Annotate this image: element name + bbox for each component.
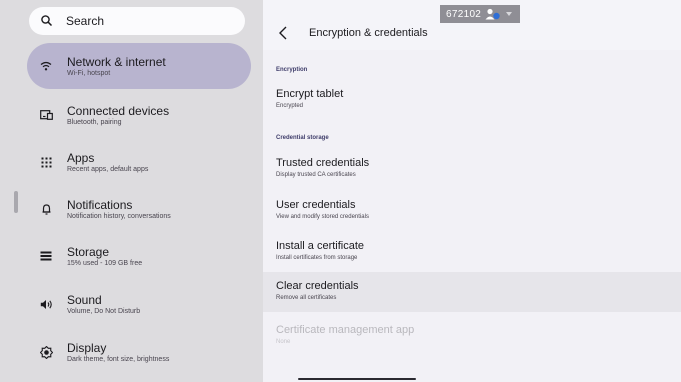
devices-icon <box>39 108 53 122</box>
storage-icon <box>39 249 53 263</box>
row-certificate-management-app: Certificate management app None <box>263 316 681 356</box>
gesture-nav-bar[interactable] <box>298 378 416 380</box>
row-subtitle: Remove all certificates <box>276 295 337 301</box>
sidebar-item-title: Connected devices <box>67 104 170 118</box>
bell-icon <box>39 202 53 216</box>
row-title: Clear credentials <box>276 280 359 292</box>
sidebar-item-title: Network & internet <box>67 55 166 69</box>
sidebar-item-connected-devices[interactable]: Connected devices Bluetooth, pairing <box>27 92 251 138</box>
row-title: Certificate management app <box>276 324 415 336</box>
back-arrow-icon[interactable] <box>277 25 291 41</box>
row-user-credentials[interactable]: User credentials View and modify stored … <box>263 191 681 231</box>
badge-id: 672102 <box>446 8 482 20</box>
apps-grid-icon <box>39 155 53 169</box>
sidebar-item-title: Sound <box>67 293 102 307</box>
row-title: Trusted credentials <box>276 157 370 169</box>
sidebar-item-network[interactable]: Network & internet Wi-Fi, hotspot <box>27 43 251 89</box>
row-clear-credentials[interactable]: Clear credentials Remove all certificate… <box>263 272 681 312</box>
sidebar-item-subtitle: Bluetooth, pairing <box>67 119 122 126</box>
row-subtitle: Encrypted <box>276 103 304 109</box>
sidebar-item-subtitle: Wi-Fi, hotspot <box>67 70 111 77</box>
row-install-certificate[interactable]: Install a certificate Install certificat… <box>263 232 681 272</box>
volume-icon <box>39 297 53 311</box>
row-subtitle: Display trusted CA certificates <box>276 172 356 178</box>
sidebar-item-notifications[interactable]: Notifications Notification history, conv… <box>27 186 251 232</box>
detail-pane: Encryption & credentials 672102 Encrypti… <box>263 0 681 382</box>
settings-sidebar: Search Network & internet Wi-Fi, hotspot… <box>0 0 263 382</box>
wifi-icon <box>39 59 53 73</box>
row-encrypt-tablet[interactable]: Encrypt tablet Encrypted <box>263 80 681 120</box>
section-header-encryption: Encryption <box>276 67 308 73</box>
row-subtitle: Install certificates from storage <box>276 255 358 261</box>
search-bar[interactable]: Search <box>29 7 245 35</box>
user-badge[interactable]: 672102 <box>440 5 520 23</box>
brightness-icon <box>39 345 53 359</box>
app-bar: Encryption & credentials 672102 <box>263 0 681 50</box>
sidebar-item-apps[interactable]: Apps Recent apps, default apps <box>27 139 251 185</box>
page-title: Encryption & credentials <box>309 27 428 39</box>
chevron-down-icon <box>506 12 513 16</box>
sidebar-item-title: Storage <box>67 245 110 259</box>
search-placeholder: Search <box>66 14 105 28</box>
section-header-credential-storage: Credential storage <box>276 135 329 141</box>
row-subtitle: View and modify stored credentials <box>276 214 369 220</box>
sidebar-item-sound[interactable]: Sound Volume, Do Not Disturb <box>27 281 251 327</box>
sidebar-item-subtitle: Volume, Do Not Disturb <box>67 308 141 315</box>
sidebar-item-title: Apps <box>67 151 95 165</box>
settings-list: Encryption Encrypt tablet Encrypted Cred… <box>263 50 681 382</box>
sidebar-item-subtitle: Dark theme, font size, brightness <box>67 356 170 363</box>
row-title: Encrypt tablet <box>276 88 344 100</box>
sidebar-item-display[interactable]: Display Dark theme, font size, brightnes… <box>27 329 251 375</box>
row-title: User credentials <box>276 199 356 211</box>
sidebar-item-storage[interactable]: Storage 15% used - 109 GB free <box>27 233 251 279</box>
row-subtitle: None <box>276 339 291 345</box>
pane-resize-handle[interactable] <box>14 191 18 213</box>
sidebar-item-subtitle: Recent apps, default apps <box>67 166 149 173</box>
sidebar-item-title: Display <box>67 341 107 355</box>
user-icon <box>485 8 500 20</box>
row-title: Install a certificate <box>276 240 365 252</box>
sidebar-item-title: Notifications <box>67 198 133 212</box>
sidebar-item-subtitle: Notification history, conversations <box>67 213 171 220</box>
search-icon <box>41 15 53 27</box>
sidebar-item-subtitle: 15% used - 109 GB free <box>67 260 143 267</box>
row-trusted-credentials[interactable]: Trusted credentials Display trusted CA c… <box>263 149 681 189</box>
